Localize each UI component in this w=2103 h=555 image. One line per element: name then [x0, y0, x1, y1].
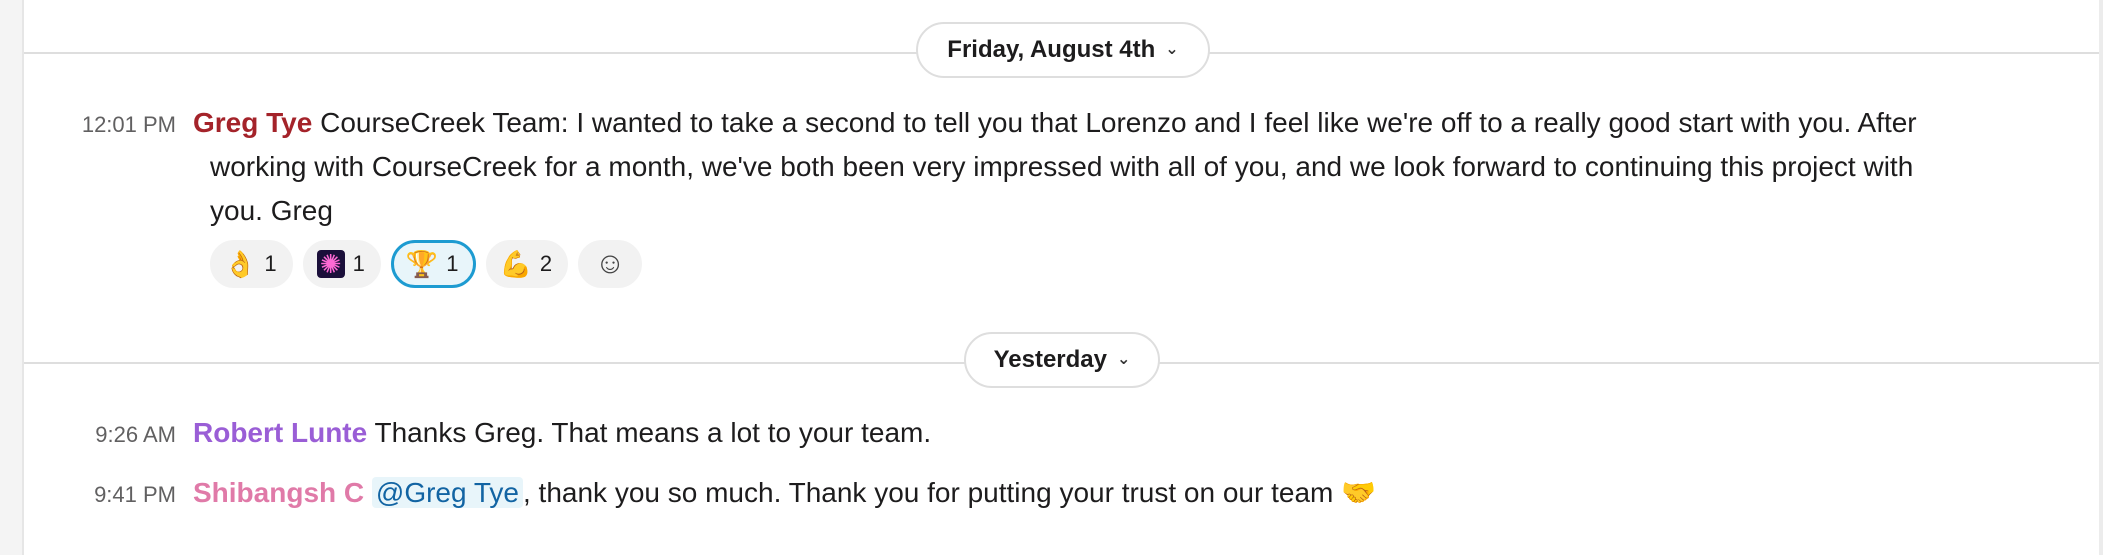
message-text: Shibangsh C @Greg Tye, thank you so much…: [193, 471, 2023, 515]
scrollbar[interactable]: [2099, 0, 2103, 555]
message-timestamp[interactable]: 9:41 PM: [0, 482, 176, 508]
user-mention[interactable]: @Greg Tye: [371, 477, 523, 508]
author-name[interactable]: Shibangsh C: [193, 477, 364, 508]
handshake-icon: 🤝: [1341, 477, 1376, 508]
message-text: , thank you so much. Thank you for putti…: [522, 477, 1342, 508]
message-shibangsh: 9:41 PM Shibangsh C @Greg Tye, thank you…: [0, 0, 2063, 555]
